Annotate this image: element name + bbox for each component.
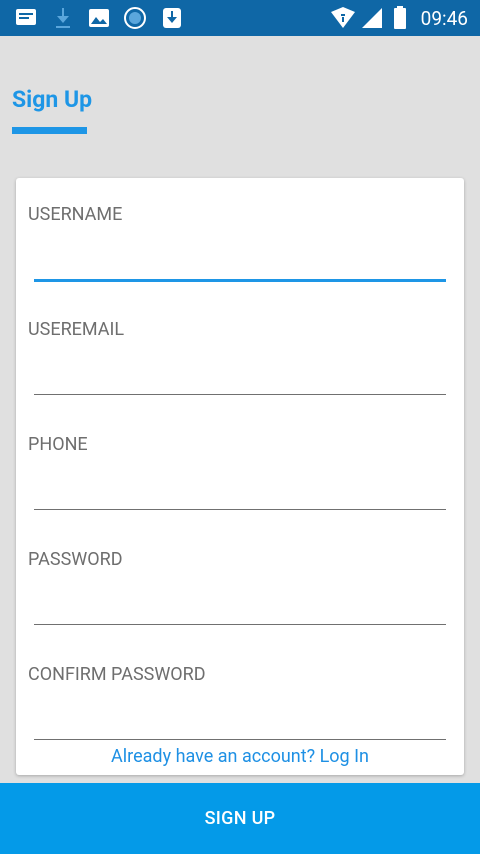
signal-icon	[362, 8, 382, 28]
username-input[interactable]	[34, 246, 446, 278]
phone-input[interactable]	[34, 475, 446, 507]
signup-button[interactable]: SIGN UP	[0, 783, 480, 854]
password-input[interactable]	[34, 590, 446, 622]
useremail-input[interactable]	[34, 360, 446, 392]
confirm-password-input[interactable]	[34, 705, 446, 737]
useremail-underline	[34, 394, 446, 395]
password-label: PASSWORD	[28, 549, 123, 570]
useremail-label: USEREMAIL	[28, 319, 125, 340]
password-underline	[34, 624, 446, 625]
signup-form-card: USERNAME USEREMAIL PHONE PASSWORD CONFIR…	[16, 178, 464, 775]
login-link[interactable]: Already have an account? Log In	[16, 746, 464, 767]
phone-underline	[34, 509, 446, 510]
username-underline	[34, 279, 446, 282]
clock: 09:46	[420, 7, 468, 30]
wifi-icon	[331, 7, 355, 28]
title-underline	[12, 127, 87, 134]
download-icon	[56, 8, 70, 28]
confirm-password-label: CONFIRM PASSWORD	[28, 664, 206, 685]
page-title: Sign Up	[12, 86, 93, 113]
image-icon	[89, 9, 109, 27]
download-box-icon	[163, 8, 181, 28]
status-bar: 09:46	[0, 0, 480, 36]
sync-icon	[124, 7, 146, 29]
battery-icon	[394, 6, 406, 29]
phone-label: PHONE	[28, 434, 88, 455]
confirm-password-underline	[34, 739, 446, 740]
message-icon	[16, 9, 36, 25]
username-label: USERNAME	[28, 204, 123, 225]
